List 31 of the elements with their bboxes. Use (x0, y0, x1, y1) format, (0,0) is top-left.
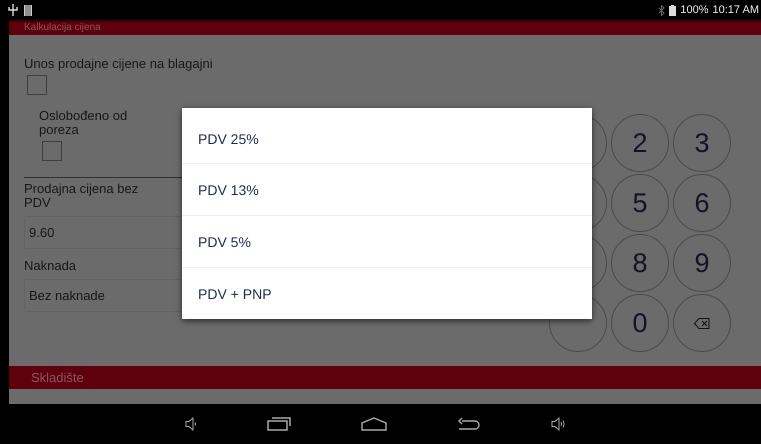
menu-item[interactable]: PDV + PNP (182, 267, 592, 319)
keypad-key[interactable]: 5 (611, 174, 669, 232)
menu-item[interactable]: PDV 13% (182, 163, 592, 215)
keypad-key[interactable]: 9 (673, 234, 731, 292)
back-icon[interactable] (456, 417, 480, 431)
backspace-icon (694, 318, 710, 328)
keypad-key[interactable]: 8 (611, 234, 669, 292)
battery-percent: 100% (680, 4, 709, 16)
checkbox[interactable] (42, 141, 62, 161)
field-label: Prodajna cijena bez PDV (24, 182, 140, 210)
menu-item[interactable]: PDV 25% (182, 108, 592, 163)
volume-up-icon[interactable] (550, 417, 564, 431)
field-label: Oslobođeno od poreza (39, 109, 128, 137)
section-header: Skladište (9, 366, 761, 389)
volume-down-icon[interactable] (184, 417, 196, 431)
usb-icon (8, 4, 18, 16)
keypad-key[interactable]: 3 (673, 114, 731, 172)
section-header: Kalkulacija cijena (9, 22, 761, 35)
keypad-key[interactable]: 6 (673, 174, 731, 232)
keypad-key[interactable]: 0 (611, 294, 669, 352)
checkbox[interactable] (27, 75, 47, 95)
bluetooth-icon (658, 4, 666, 16)
clock: 10:17 AM (712, 4, 759, 16)
field-label: Unos prodajne cijene na blagajni (24, 57, 214, 71)
keypad-key[interactable]: 2 (611, 114, 669, 172)
home-icon[interactable] (360, 417, 386, 431)
recent-apps-icon[interactable] (266, 417, 290, 431)
field-label: Naknada (24, 259, 78, 273)
menu-item[interactable]: PDV 5% (182, 215, 592, 267)
battery-icon (669, 4, 676, 16)
bars-icon (24, 4, 32, 16)
